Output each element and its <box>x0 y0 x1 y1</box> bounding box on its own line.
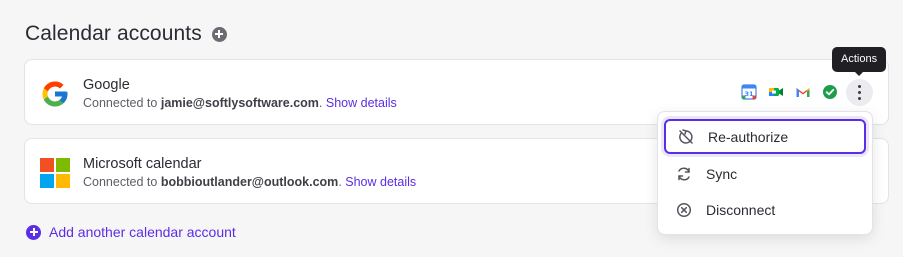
add-account-label: Add another calendar account <box>49 224 236 240</box>
menu-item-disconnect[interactable]: Disconnect <box>664 192 866 227</box>
actions-menu: Re-authorize Sync Disconnect <box>657 111 873 235</box>
add-icon <box>26 224 41 240</box>
microsoft-logo <box>40 158 70 188</box>
add-account-icon[interactable] <box>211 26 227 42</box>
account-email: bobbioutlander@outlook.com <box>160 175 339 189</box>
more-actions-button[interactable] <box>846 79 873 106</box>
kebab-icon <box>857 84 862 89</box>
sync-icon <box>678 166 690 181</box>
menu-item-reauthorize[interactable]: Re-authorize <box>664 119 866 154</box>
menu-item-sync[interactable]: Sync <box>664 156 866 191</box>
google-calendar-icon: 31 <box>741 84 757 100</box>
menu-item-label: Disconnect <box>706 201 776 218</box>
google-logo <box>42 81 68 107</box>
connected-prefix: Connected to <box>83 175 161 189</box>
account-email: jamie@softlysoftware.com <box>160 96 319 110</box>
show-details-link[interactable]: Show details <box>326 96 397 110</box>
google-meet-icon <box>768 84 784 100</box>
account-connection: Connected to bobbioutlander@outlook.com.… <box>83 175 417 189</box>
show-details-link[interactable]: Show details <box>345 175 416 189</box>
section-header: Calendar accounts <box>25 22 227 46</box>
gmail-icon <box>795 84 811 100</box>
service-icons: 31 <box>741 84 838 100</box>
actions-tooltip: Actions <box>832 47 887 76</box>
page-title: Calendar accounts <box>25 22 202 45</box>
connected-prefix: Connected to <box>83 96 161 110</box>
connected-check-icon <box>822 84 838 100</box>
reauthorize-icon <box>679 128 693 144</box>
account-name: Microsoft calendar <box>83 156 202 172</box>
disconnect-icon <box>676 202 692 217</box>
account-connection: Connected to jamie@softlysoftware.com. S… <box>83 96 397 110</box>
menu-item-label: Re-authorize <box>708 128 789 145</box>
svg-text:31: 31 <box>744 90 754 98</box>
menu-item-label: Sync <box>706 165 738 182</box>
account-name: Google <box>83 77 130 93</box>
add-calendar-account-link[interactable]: Add another calendar account <box>26 224 236 240</box>
